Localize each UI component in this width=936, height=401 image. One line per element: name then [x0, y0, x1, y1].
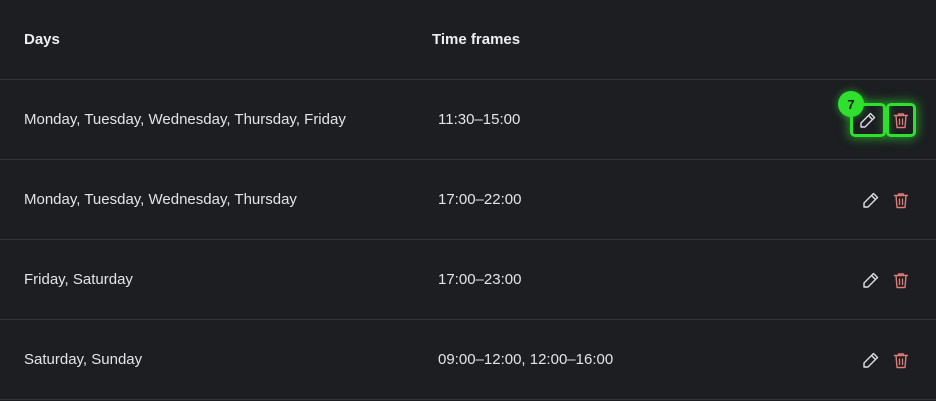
pencil-icon	[863, 192, 879, 208]
column-header-time-frames: Time frames	[432, 31, 521, 48]
edit-button[interactable]	[856, 343, 886, 377]
trash-icon	[893, 272, 909, 288]
row-time-frames: 17:00–22:00	[438, 191, 522, 208]
edit-button[interactable]	[856, 263, 886, 297]
schedule-table: Days Time frames Monday, Tuesday, Wednes…	[0, 0, 936, 401]
annotation-badge: 7	[838, 91, 864, 117]
delete-button[interactable]	[886, 263, 916, 297]
delete-button[interactable]	[886, 103, 916, 137]
row-days: Monday, Tuesday, Wednesday, Thursday	[24, 191, 297, 208]
table-row: Friday, Saturday 17:00–23:00	[0, 240, 936, 320]
table-row: Monday, Tuesday, Wednesday, Thursday, Fr…	[0, 80, 936, 160]
row-actions	[856, 343, 916, 377]
row-days: Friday, Saturday	[24, 271, 133, 288]
row-actions: 7	[838, 91, 916, 137]
row-actions	[856, 263, 916, 297]
table-row: Monday, Tuesday, Wednesday, Thursday 17:…	[0, 160, 936, 240]
delete-button[interactable]	[886, 343, 916, 377]
row-days: Monday, Tuesday, Wednesday, Thursday, Fr…	[24, 111, 346, 128]
pencil-icon	[860, 112, 876, 128]
column-header-days: Days	[24, 31, 60, 48]
pencil-icon	[863, 352, 879, 368]
table-row: Saturday, Sunday 09:00–12:00, 12:00–16:0…	[0, 320, 936, 400]
edit-button[interactable]	[856, 183, 886, 217]
trash-icon	[893, 192, 909, 208]
trash-icon	[893, 352, 909, 368]
delete-button[interactable]	[886, 183, 916, 217]
pencil-icon	[863, 272, 879, 288]
table-header: Days Time frames	[0, 0, 936, 80]
row-actions	[856, 183, 916, 217]
row-time-frames: 11:30–15:00	[438, 111, 521, 128]
row-time-frames: 17:00–23:00	[438, 271, 522, 288]
trash-icon	[893, 112, 909, 128]
row-days: Saturday, Sunday	[24, 351, 143, 368]
row-time-frames: 09:00–12:00, 12:00–16:00	[438, 351, 614, 368]
